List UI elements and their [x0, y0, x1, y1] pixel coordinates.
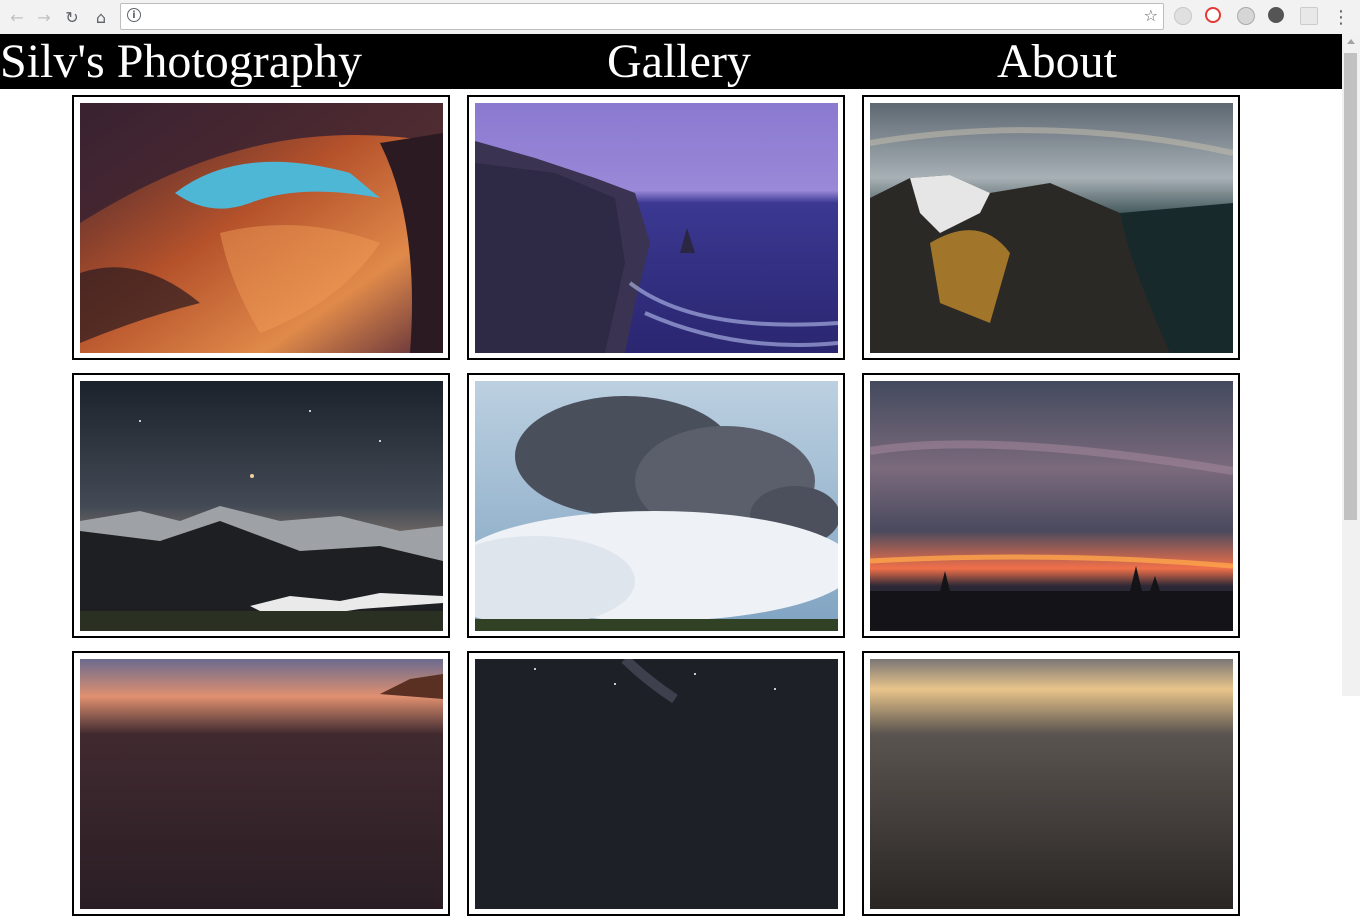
gallery-card[interactable] [862, 95, 1240, 360]
address-bar[interactable]: i ☆ [120, 3, 1164, 30]
back-arrow-icon[interactable]: ← [6, 6, 28, 28]
address-input[interactable] [149, 7, 1133, 27]
gallery-photo[interactable] [475, 381, 838, 631]
gallery-photo[interactable] [80, 103, 443, 353]
gallery-photo[interactable] [475, 103, 838, 353]
gallery-card[interactable] [72, 651, 450, 916]
extension-icon[interactable] [1174, 7, 1192, 25]
gallery-photo[interactable] [475, 659, 838, 909]
gallery-photo[interactable] [870, 659, 1233, 909]
gallery-card[interactable] [862, 373, 1240, 638]
extension-icon[interactable] [1300, 7, 1318, 25]
home-icon[interactable]: ⌂ [90, 6, 112, 28]
site-header: Silv's Photography Gallery About [0, 34, 1342, 89]
star-icon[interactable]: ☆ [1144, 6, 1158, 25]
gallery-card[interactable] [862, 651, 1240, 916]
gallery-photo[interactable] [80, 659, 443, 909]
gallery-card[interactable] [467, 373, 845, 638]
page-scrollbar[interactable] [1342, 34, 1360, 696]
extension-icon[interactable] [1237, 7, 1255, 25]
forward-arrow-icon[interactable]: → [33, 6, 55, 28]
nav-gallery-link[interactable]: Gallery [607, 36, 751, 88]
scrollbar-thumb[interactable] [1344, 53, 1357, 520]
gallery-card[interactable] [467, 95, 845, 360]
browser-toolbar: ← → ↻ ⌂ i ☆ ⋮ [0, 0, 1360, 35]
nav-about-link[interactable]: About [997, 36, 1117, 88]
reload-icon[interactable]: ↻ [61, 6, 83, 28]
extension-block-icon[interactable] [1205, 7, 1221, 23]
scroll-up-icon[interactable] [1347, 39, 1355, 44]
site-brand[interactable]: Silv's Photography [0, 36, 362, 88]
gallery-card[interactable] [72, 95, 450, 360]
gallery-photo[interactable] [870, 381, 1233, 631]
gallery-photo[interactable] [80, 381, 443, 631]
gallery-card[interactable] [72, 373, 450, 638]
extension-globe-icon[interactable] [1268, 7, 1284, 23]
gallery-photo[interactable] [870, 103, 1233, 353]
gallery-card[interactable] [467, 651, 845, 916]
kebab-menu-icon[interactable]: ⋮ [1330, 6, 1352, 28]
info-icon[interactable]: i [127, 8, 141, 22]
